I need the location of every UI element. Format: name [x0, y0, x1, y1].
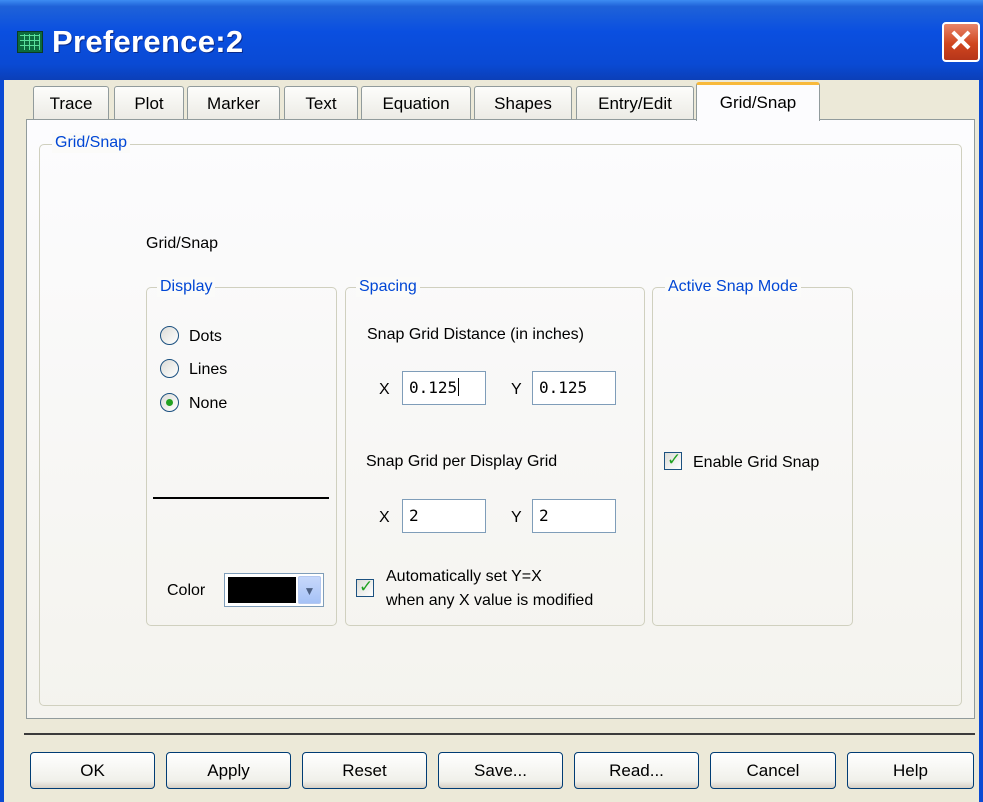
enable-grid-snap-label: Enable Grid Snap	[693, 454, 820, 471]
tab-equation[interactable]: Equation	[361, 86, 471, 119]
per-display-label: Snap Grid per Display Grid	[366, 453, 558, 470]
snap-distance-label: Snap Grid Distance (in inches)	[367, 326, 584, 343]
tab-plot[interactable]: Plot	[114, 86, 184, 119]
radio-dots-label: Dots	[189, 328, 222, 345]
help-button[interactable]: Help	[847, 752, 974, 789]
cancel-button[interactable]: Cancel	[710, 752, 836, 789]
grid-snap-heading: Grid/Snap	[146, 235, 219, 252]
per-display-y-input[interactable]: 2	[532, 499, 616, 533]
reset-button[interactable]: Reset	[302, 752, 427, 789]
tab-shapes[interactable]: Shapes	[474, 86, 572, 119]
radio-dots[interactable]	[160, 326, 179, 345]
window-title: Preference:2	[52, 24, 244, 59]
line-style-preview	[153, 497, 329, 499]
radio-none-label: None	[189, 395, 228, 412]
window-border-left	[0, 80, 4, 802]
per-display-y-label: Y	[511, 509, 522, 526]
snap-distance-y-label: Y	[511, 381, 522, 398]
per-display-x-input[interactable]: 2	[402, 499, 486, 533]
read-button[interactable]: Read...	[574, 752, 699, 789]
active-snap-group-title: Active Snap Mode	[665, 277, 801, 297]
button-separator	[24, 733, 975, 735]
tab-marker[interactable]: Marker	[187, 86, 280, 119]
spacing-group-title: Spacing	[356, 277, 420, 297]
color-label: Color	[167, 582, 206, 599]
save-button[interactable]: Save...	[438, 752, 563, 789]
display-group-title: Display	[157, 277, 216, 297]
chevron-down-icon[interactable]: ▼	[298, 576, 321, 604]
radio-lines[interactable]	[160, 359, 179, 378]
color-select[interactable]: ▼	[224, 573, 324, 607]
grid-snap-group-title: Grid/Snap	[52, 133, 131, 153]
close-button[interactable]: ✕	[942, 22, 980, 62]
snap-distance-y-input[interactable]: 0.125	[532, 371, 616, 405]
enable-grid-snap-checkbox[interactable]: ✓	[664, 450, 682, 470]
radio-lines-label: Lines	[189, 361, 228, 378]
tab-entry-edit[interactable]: Entry/Edit	[576, 86, 694, 119]
tab-grid-snap[interactable]: Grid/Snap	[696, 82, 820, 121]
color-swatch	[228, 577, 296, 603]
tab-text[interactable]: Text	[284, 86, 358, 119]
per-display-x-label: X	[379, 509, 390, 526]
auto-set-checkbox[interactable]: ✓	[356, 577, 374, 597]
apply-button[interactable]: Apply	[166, 752, 291, 789]
tab-trace[interactable]: Trace	[33, 86, 109, 119]
snap-distance-x-label: X	[379, 381, 390, 398]
auto-set-label-line2: when any X value is modified	[386, 592, 594, 609]
snap-distance-x-input[interactable]: 0.125	[402, 371, 486, 405]
radio-none[interactable]	[160, 393, 179, 412]
auto-set-label-line1: Automatically set Y=X	[386, 568, 542, 585]
ok-button[interactable]: OK	[30, 752, 155, 789]
app-grid-icon	[17, 31, 43, 53]
window-border-right	[979, 80, 983, 802]
